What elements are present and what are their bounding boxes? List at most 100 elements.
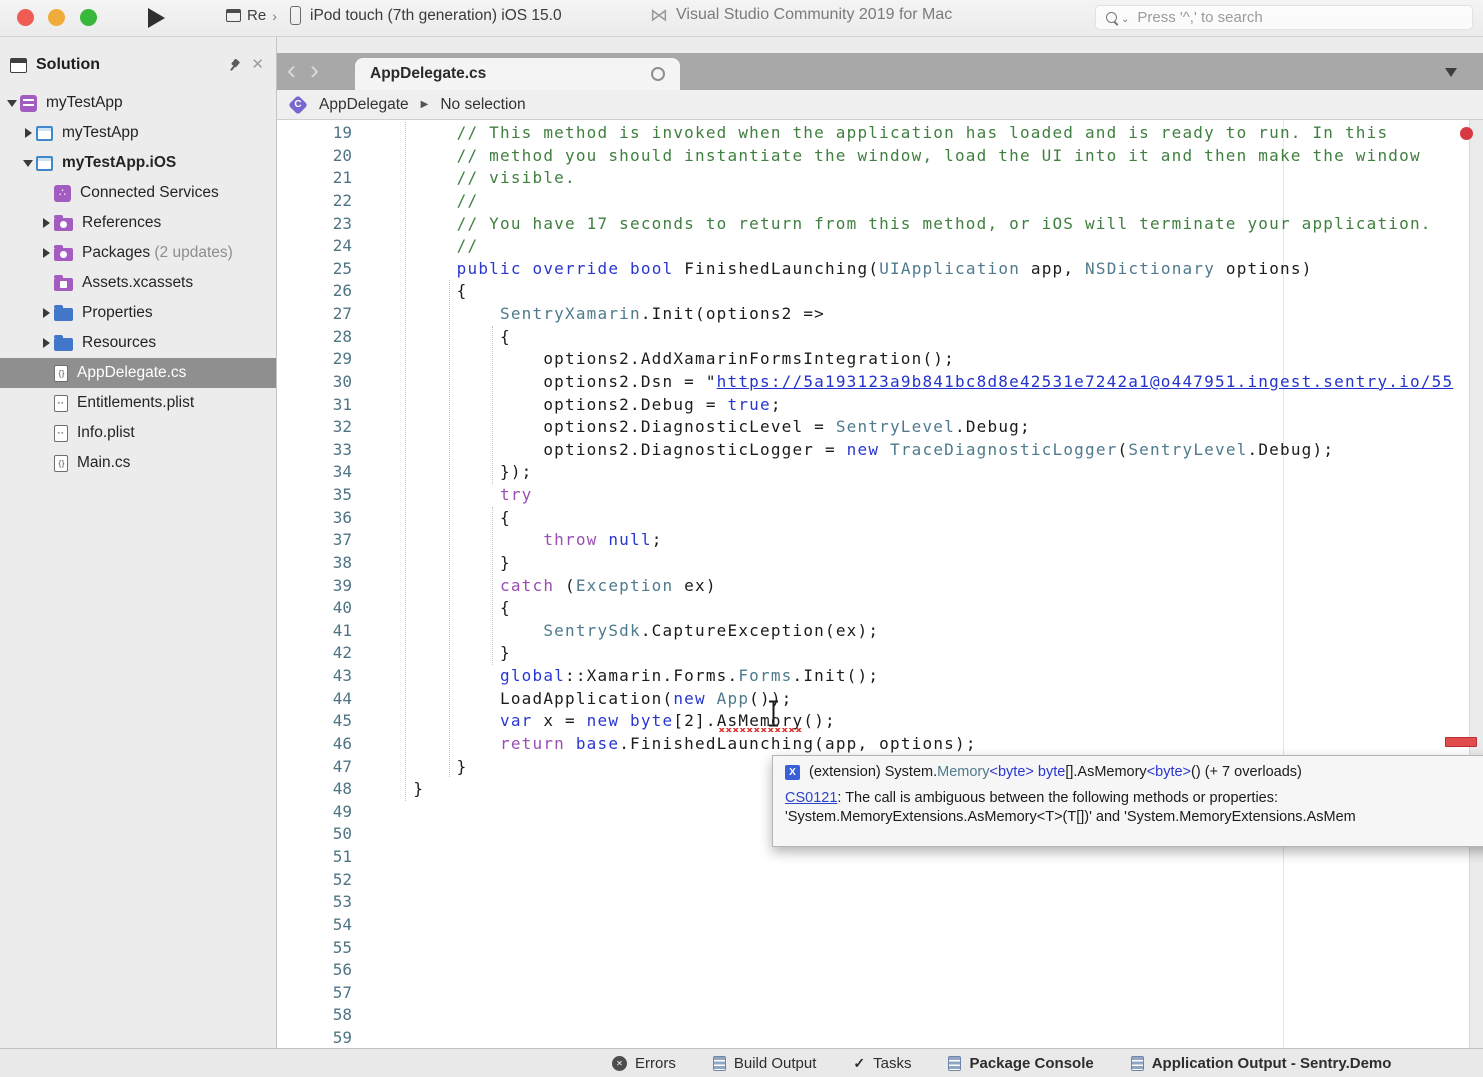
code-line[interactable]: 55 [277,937,1483,960]
disclosure-triangle-icon[interactable] [38,218,54,228]
code-text [365,982,370,1005]
tab-list-dropdown-icon[interactable] [1445,68,1457,77]
editor-scrollbar[interactable] [1469,120,1483,1048]
sidebar-item-info-plist[interactable]: Info.plist [0,418,276,448]
code-editor[interactable]: 19 // This method is invoked when the ap… [277,120,1483,1048]
disclosure-triangle-icon[interactable] [38,308,54,318]
code-line[interactable]: 41 SentrySdk.CaptureException(ex); [277,620,1483,643]
sidebar-item-mytestapp-ios[interactable]: myTestApp.iOS [0,148,276,178]
line-number: 27 [277,303,365,326]
code-line[interactable]: 44 LoadApplication(new App()); [277,688,1483,711]
tree-item-label: Connected Services [80,184,219,202]
code-token: try [500,485,533,504]
disclosure-triangle-icon[interactable] [20,160,36,167]
sidebar-item-references[interactable]: References [0,208,276,238]
code-line[interactable]: 43 global::Xamarin.Forms.Forms.Init(); [277,665,1483,688]
configuration-selector[interactable]: Re › [226,7,277,24]
dock-item-tasks[interactable]: Tasks [853,1055,911,1072]
scrollbar-error-marker[interactable] [1445,737,1477,747]
global-search-field[interactable]: ⌄ Press '^,' to search [1095,5,1473,30]
code-line[interactable]: 54 [277,914,1483,937]
code-line[interactable]: 29 options2.AddXamarinFormsIntegration()… [277,348,1483,371]
code-line[interactable]: 42 } [277,642,1483,665]
tree-item-label: myTestApp [46,94,123,112]
disclosure-triangle-icon[interactable] [4,100,20,107]
code-line[interactable]: 57 [277,982,1483,1005]
code-text [365,937,370,960]
breadcrumb-class[interactable]: AppDelegate [319,96,409,114]
disclosure-triangle-icon[interactable] [38,248,54,258]
sidebar-item-mytestapp[interactable]: myTestApp [0,118,276,148]
minimize-window-button[interactable] [48,9,65,26]
code-text [365,1027,370,1048]
code-line[interactable]: 19 // This method is invoked when the ap… [277,122,1483,145]
dock-item-errors[interactable]: Errors [612,1055,676,1072]
run-button[interactable] [148,8,165,28]
code-line[interactable]: 27 SentryXamarin.Init(options2 => [277,303,1483,326]
sidebar-item-appdelegate-cs[interactable]: AppDelegate.cs [0,358,276,388]
code-line[interactable]: 37 throw null; [277,529,1483,552]
code-line[interactable]: 22 // [277,190,1483,213]
close-icon[interactable]: ✕ [251,58,264,72]
tab-appdelegate[interactable]: AppDelegate.cs [355,58,680,90]
code-line[interactable]: 20 // method you should instantiate the … [277,145,1483,168]
code-line[interactable]: 46 return base.FinishedLaunching(app, op… [277,733,1483,756]
line-number: 33 [277,439,365,462]
sidebar-item-entitlements-plist[interactable]: Entitlements.plist [0,388,276,418]
editor-column: ‹› AppDelegate.cs AppDelegate ▶ No selec… [277,36,1483,1048]
sidebar-item-assets-xcassets[interactable]: Assets.xcassets [0,268,276,298]
code-token [619,711,630,730]
file-error-indicator[interactable] [1460,127,1473,140]
code-line[interactable]: 30 options2.Dsn = "https://5a193123a9b84… [277,371,1483,394]
code-line[interactable]: 45 var x = new byte[2].AsMemory(); [277,710,1483,733]
sidebar-item-connected-services[interactable]: Connected Services [0,178,276,208]
pin-icon[interactable] [225,55,245,75]
disclosure-triangle-icon[interactable] [20,128,36,138]
code-line[interactable]: 26 { [277,280,1483,303]
breadcrumb-selection[interactable]: No selection [440,96,525,114]
code-text: options2.Debug = true; [365,394,782,417]
device-selector[interactable]: iPod touch (7th generation) iOS 15.0 [290,6,562,25]
sidebar-item-main-cs[interactable]: Main.cs [0,448,276,478]
code-line[interactable]: 31 options2.Debug = true; [277,394,1483,417]
code-line[interactable]: 38 } [277,552,1483,575]
code-line[interactable]: 28 { [277,326,1483,349]
code-line[interactable]: 24 // [277,235,1483,258]
code-line[interactable]: 23 // You have 17 seconds to return from… [277,213,1483,236]
code-token: : The call is ambiguous between the foll… [837,790,1278,806]
dock-item-package-console[interactable]: Package Console [948,1055,1093,1072]
code-line[interactable]: 36 { [277,507,1483,530]
sidebar-item-properties[interactable]: Properties [0,298,276,328]
code-text: { [365,597,511,620]
dock-item-build-output[interactable]: Build Output [713,1055,817,1072]
code-line[interactable]: 39 catch (Exception ex) [277,575,1483,598]
navigate-back-forward[interactable]: ‹› [287,55,333,86]
sidebar-item-packages[interactable]: Packages (2 updates) [0,238,276,268]
code-line[interactable]: 59 [277,1027,1483,1048]
code-line[interactable]: 40 { [277,597,1483,620]
code-line[interactable]: 35 try [277,484,1483,507]
code-line[interactable]: 58 [277,1004,1483,1027]
code-line[interactable]: 21 // visible. [277,167,1483,190]
line-number: 39 [277,575,365,598]
code-line[interactable]: 53 [277,891,1483,914]
dock-item-application-output-sentry-demo[interactable]: Application Output - Sentry.Demo [1131,1055,1392,1072]
code-line[interactable]: 52 [277,869,1483,892]
code-text: // [365,235,478,258]
sidebar-item-mytestapp[interactable]: myTestApp [0,88,276,118]
zoom-window-button[interactable] [80,9,97,26]
code-line[interactable]: 56 [277,959,1483,982]
sidebar-item-resources[interactable]: Resources [0,328,276,358]
code-line[interactable]: 51 [277,846,1483,869]
code-text: // [365,190,478,213]
line-number: 36 [277,507,365,530]
disclosure-triangle-icon[interactable] [38,338,54,348]
close-window-button[interactable] [17,9,34,26]
connected-services-icon [54,185,71,202]
code-line[interactable]: 33 options2.DiagnosticLogger = new Trace… [277,439,1483,462]
line-number: 46 [277,733,365,756]
code-line[interactable]: 25 public override bool FinishedLaunchin… [277,258,1483,281]
tab-modified-icon[interactable] [651,67,665,81]
code-line[interactable]: 32 options2.DiagnosticLevel = SentryLeve… [277,416,1483,439]
code-line[interactable]: 34 }); [277,461,1483,484]
